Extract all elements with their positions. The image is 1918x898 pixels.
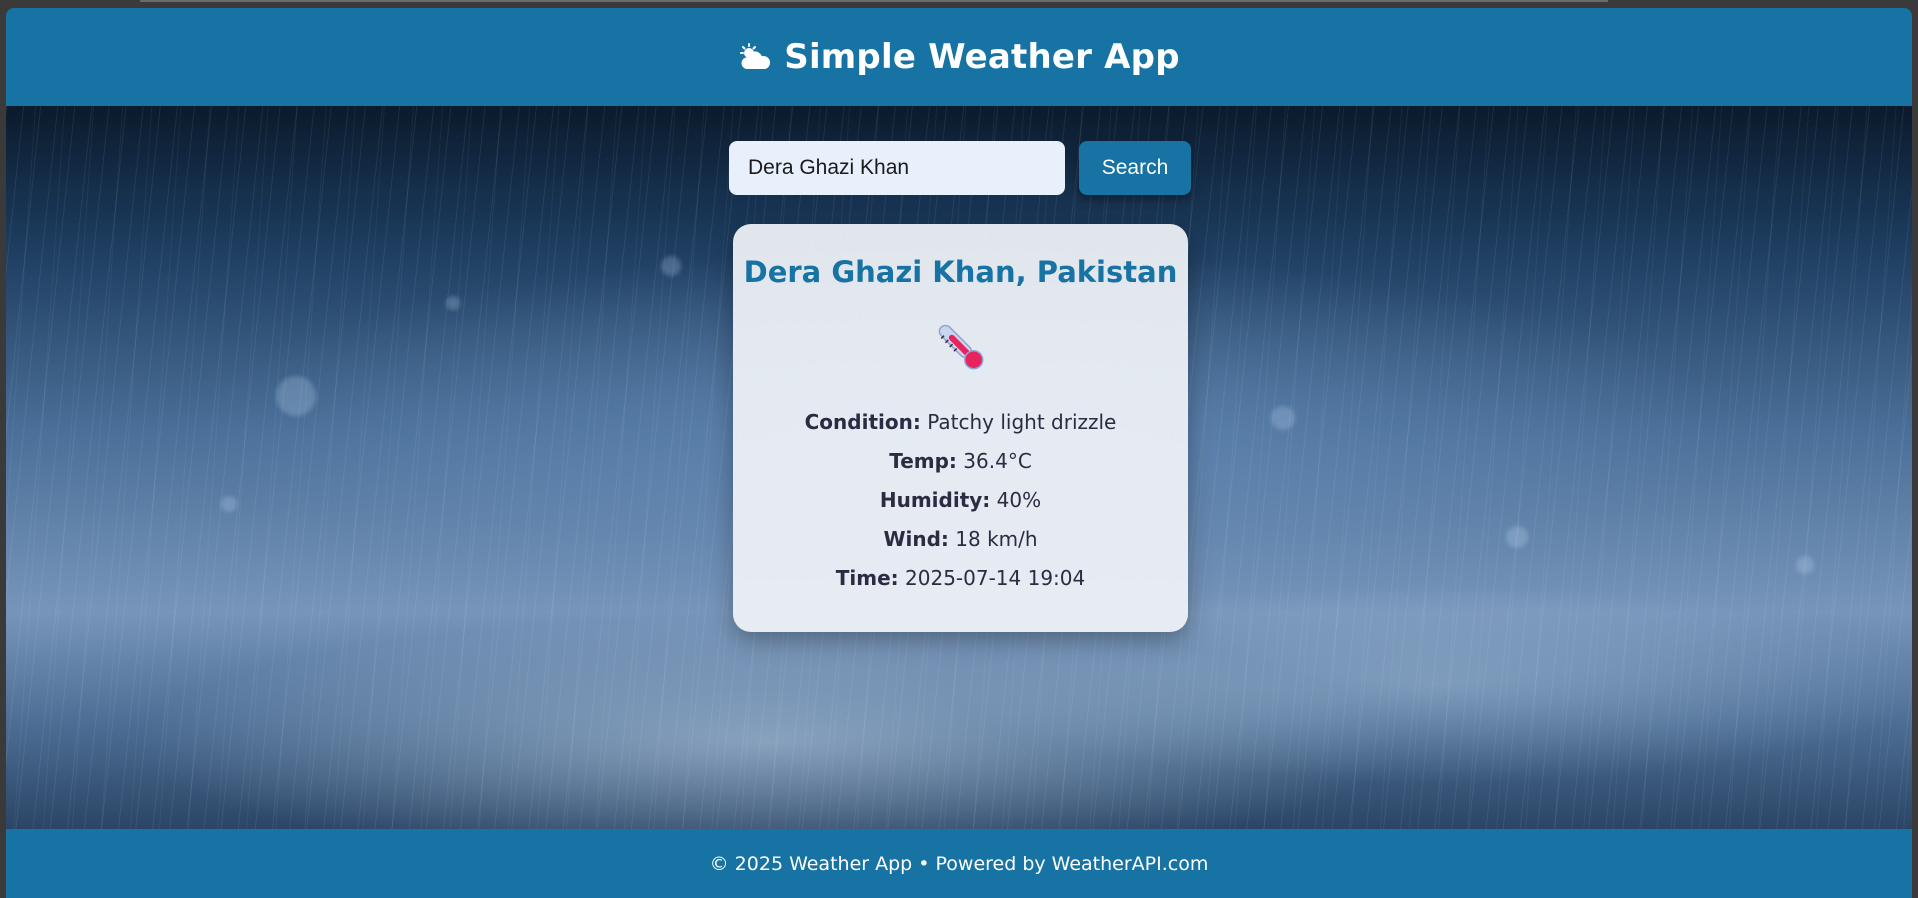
time-row: Time: 2025-07-14 19:04 xyxy=(733,559,1188,598)
temp-row: Temp: 36.4°C xyxy=(733,442,1188,481)
app-title-group: Simple Weather App xyxy=(738,37,1180,77)
thermometer-icon xyxy=(931,317,991,377)
bokeh-decoration xyxy=(276,376,316,416)
humidity-row: Humidity: 40% xyxy=(733,481,1188,520)
bokeh-decoration xyxy=(1796,556,1814,574)
wind-row: Wind: 18 km/h xyxy=(733,520,1188,559)
bokeh-decoration xyxy=(221,496,237,512)
main-content: Search Dera Ghazi Khan, Pakistan xyxy=(6,106,1912,829)
wind-value: 18 km/h xyxy=(955,527,1038,551)
app-window: Simple Weather App Search Dera Ghazi Kha… xyxy=(6,8,1912,898)
wind-label: Wind: xyxy=(883,527,949,551)
humidity-label: Humidity: xyxy=(879,488,991,512)
city-search-input[interactable] xyxy=(729,141,1065,195)
condition-value: Patchy light drizzle xyxy=(927,410,1117,434)
weather-card: Dera Ghazi Khan, Pakistan Condition: Pat… xyxy=(733,224,1188,632)
location-title: Dera Ghazi Khan, Pakistan xyxy=(743,255,1178,289)
bokeh-decoration xyxy=(1271,406,1295,430)
time-value: 2025-07-14 19:04 xyxy=(905,566,1086,590)
bokeh-decoration xyxy=(446,296,460,310)
time-label: Time: xyxy=(835,566,899,590)
sun-behind-cloud-icon xyxy=(738,43,774,71)
humidity-value: 40% xyxy=(996,488,1042,512)
app-footer: © 2025 Weather App • Powered by WeatherA… xyxy=(6,829,1912,898)
condition-label: Condition: xyxy=(804,410,921,434)
search-button[interactable]: Search xyxy=(1079,141,1191,195)
condition-row: Condition: Patchy light drizzle xyxy=(733,403,1188,442)
footer-text: © 2025 Weather App • Powered by WeatherA… xyxy=(709,852,1209,875)
app-title: Simple Weather App xyxy=(784,37,1180,77)
temp-value: 36.4°C xyxy=(963,449,1032,473)
window-top-strip xyxy=(140,0,1608,2)
bokeh-decoration xyxy=(661,256,681,276)
weather-details: Condition: Patchy light drizzle Temp: 36… xyxy=(733,403,1188,598)
temp-label: Temp: xyxy=(889,449,957,473)
search-bar: Search xyxy=(729,141,1191,195)
app-header: Simple Weather App xyxy=(6,8,1912,106)
bokeh-decoration xyxy=(1506,526,1528,548)
